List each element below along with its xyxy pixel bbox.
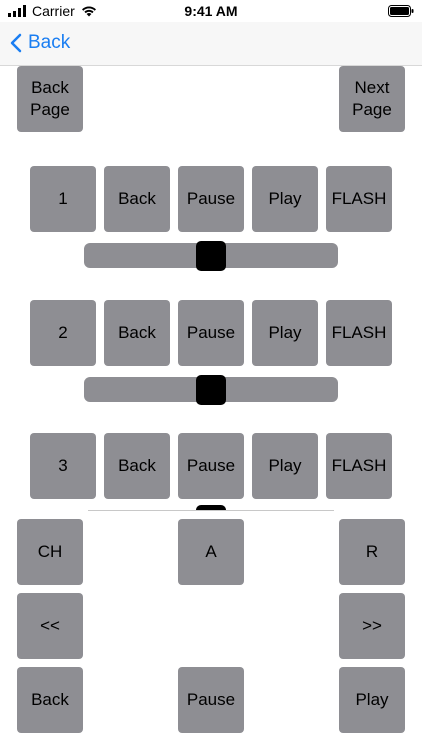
channel-pause-button[interactable]: Pause: [178, 166, 244, 232]
channel-play-button[interactable]: Play: [252, 433, 318, 499]
next-page-button[interactable]: Next Page: [339, 66, 405, 132]
rewind-button[interactable]: <<: [17, 593, 83, 659]
divider: [88, 510, 334, 511]
channel-play-button[interactable]: Play: [252, 166, 318, 232]
status-bar: Carrier 9:41 AM: [0, 0, 422, 22]
a-button[interactable]: A: [178, 519, 244, 585]
channel-slider-track[interactable]: [84, 374, 338, 405]
channel-slider-track[interactable]: [84, 240, 338, 271]
play-button[interactable]: Play: [339, 667, 405, 733]
channel-slider-knob[interactable]: [196, 240, 226, 271]
status-right: [388, 4, 414, 20]
battery-icon: [388, 5, 414, 17]
channel-slider-knob[interactable]: [196, 374, 226, 405]
channel-number-button[interactable]: 2: [30, 300, 96, 366]
channel-back-button[interactable]: Back: [104, 433, 170, 499]
nav-back-button[interactable]: Back: [10, 32, 70, 54]
channel-flash-button[interactable]: FLASH: [326, 433, 392, 499]
channel-number-button[interactable]: 1: [30, 166, 96, 232]
back-page-button[interactable]: Back Page: [17, 66, 83, 132]
forward-button[interactable]: >>: [339, 593, 405, 659]
channel-play-button[interactable]: Play: [252, 300, 318, 366]
channel-flash-button[interactable]: FLASH: [326, 300, 392, 366]
nav-back-label: Back: [28, 32, 71, 53]
r-button[interactable]: R: [339, 519, 405, 585]
chevron-left-icon: [10, 33, 22, 53]
channel-pause-button[interactable]: Pause: [178, 433, 244, 499]
back-button[interactable]: Back: [17, 667, 83, 733]
navigation-bar: Back: [0, 22, 422, 66]
channel-number-button[interactable]: 3: [30, 433, 96, 499]
channel-back-button[interactable]: Back: [104, 166, 170, 232]
channel-flash-button[interactable]: FLASH: [326, 166, 392, 232]
ch-button[interactable]: CH: [17, 519, 83, 585]
status-time: 9:41 AM: [184, 3, 238, 19]
channel-pause-button[interactable]: Pause: [178, 300, 244, 366]
channel-back-button[interactable]: Back: [104, 300, 170, 366]
pause-button[interactable]: Pause: [178, 667, 244, 733]
